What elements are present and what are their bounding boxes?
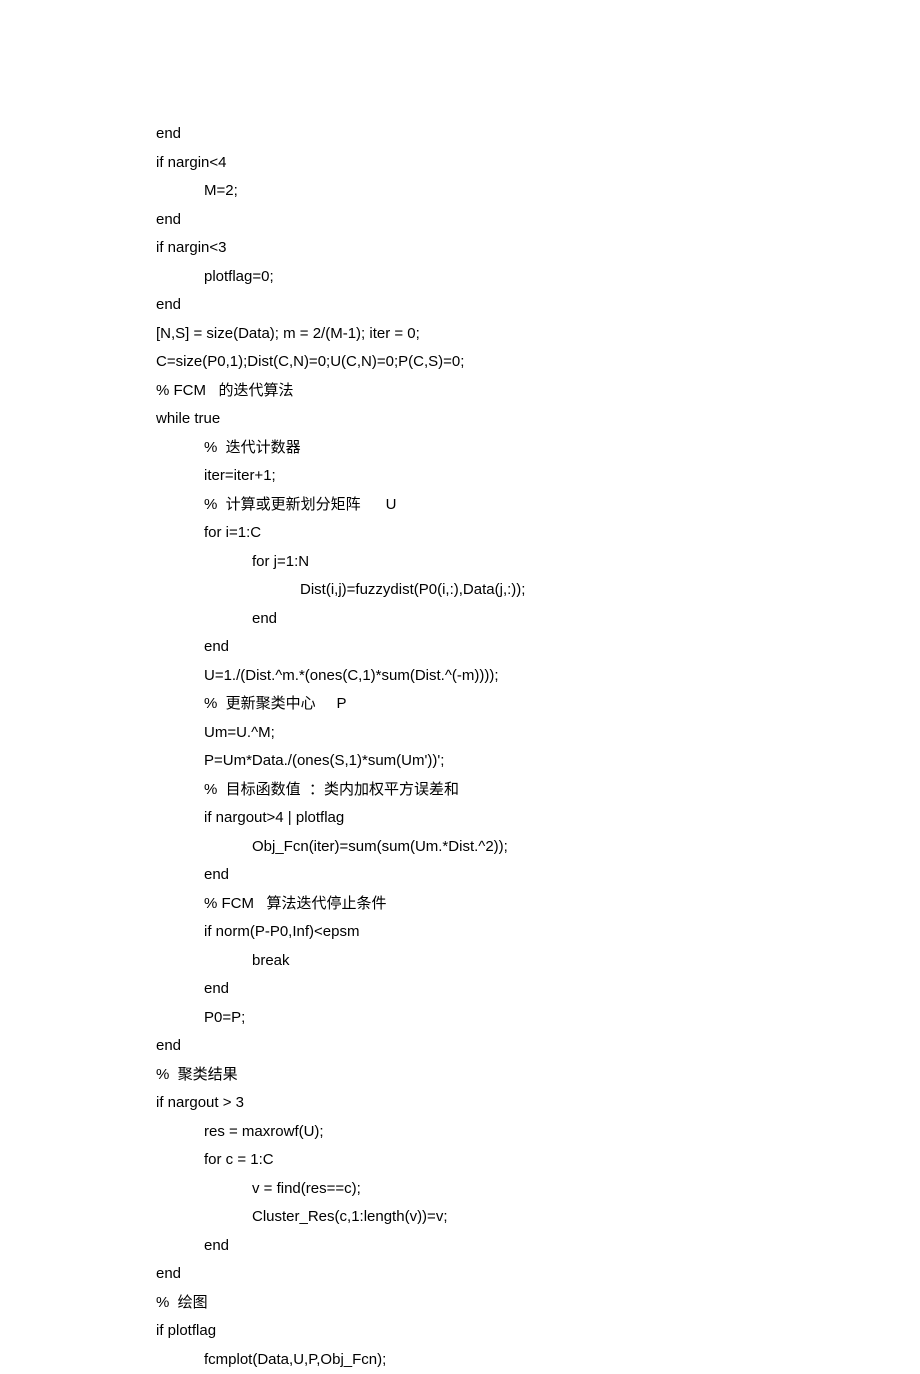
code-line: P=Um*Data./(ones(S,1)*sum(Um'))'; xyxy=(156,747,920,776)
code-line: fcmplot(Data,U,P,Obj_Fcn); xyxy=(156,1346,920,1374)
code-line: end xyxy=(156,120,920,149)
code-line: if norm(P-P0,Inf)<epsm xyxy=(156,918,920,947)
code-line: end xyxy=(156,633,920,662)
code-line: C=size(P0,1);Dist(C,N)=0;U(C,N)=0;P(C,S)… xyxy=(156,348,920,377)
code-line: Um=U.^M; xyxy=(156,719,920,748)
code-line: for c = 1:C xyxy=(156,1146,920,1175)
code-line: plotflag=0; xyxy=(156,263,920,292)
code-line: while true xyxy=(156,405,920,434)
code-line: end xyxy=(156,206,920,235)
code-line: res = maxrowf(U); xyxy=(156,1118,920,1147)
code-line: end xyxy=(156,1232,920,1261)
code-line: Obj_Fcn(iter)=sum(sum(Um.*Dist.^2)); xyxy=(156,833,920,862)
code-block: endif nargin<4M=2;endif nargin<3plotflag… xyxy=(156,120,920,1374)
code-line: Cluster_Res(c,1:length(v))=v; xyxy=(156,1203,920,1232)
code-line: v = find(res==c); xyxy=(156,1175,920,1204)
code-line: iter=iter+1; xyxy=(156,462,920,491)
code-line: end xyxy=(156,1260,920,1289)
code-line: if nargin<4 xyxy=(156,149,920,178)
code-line: if plotflag xyxy=(156,1317,920,1346)
code-line: break xyxy=(156,947,920,976)
code-line: % 计算或更新划分矩阵 U xyxy=(156,491,920,520)
code-line: % FCM 的迭代算法 xyxy=(156,377,920,406)
code-line: P0=P; xyxy=(156,1004,920,1033)
code-line: [N,S] = size(Data); m = 2/(M-1); iter = … xyxy=(156,320,920,349)
code-line: Dist(i,j)=fuzzydist(P0(i,:),Data(j,:)); xyxy=(156,576,920,605)
code-line: for i=1:C xyxy=(156,519,920,548)
code-line: % 目标函数值 ：类内加权平方误差和 xyxy=(156,776,920,805)
code-line: U=1./(Dist.^m.*(ones(C,1)*sum(Dist.^(-m)… xyxy=(156,662,920,691)
code-line: % 聚类结果 xyxy=(156,1061,920,1090)
code-line: if nargout > 3 xyxy=(156,1089,920,1118)
code-line: for j=1:N xyxy=(156,548,920,577)
code-line: if nargout>4 | plotflag xyxy=(156,804,920,833)
code-line: % 更新聚类中心 P xyxy=(156,690,920,719)
code-line: M=2; xyxy=(156,177,920,206)
code-line: end xyxy=(156,975,920,1004)
code-line: % FCM 算法迭代停止条件 xyxy=(156,890,920,919)
code-line: if nargin<3 xyxy=(156,234,920,263)
code-line: end xyxy=(156,1032,920,1061)
code-line: end xyxy=(156,291,920,320)
code-line: end xyxy=(156,605,920,634)
code-line: end xyxy=(156,861,920,890)
code-line: % 迭代计数器 xyxy=(156,434,920,463)
